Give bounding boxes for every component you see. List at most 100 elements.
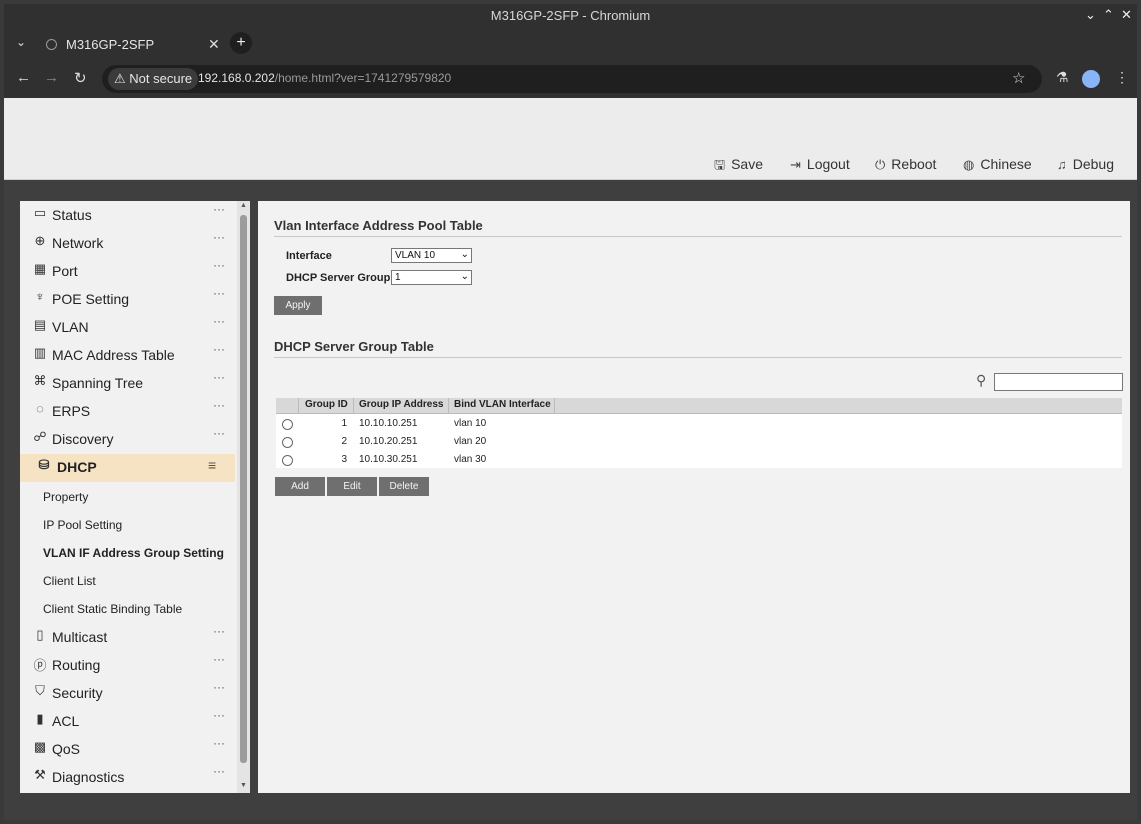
search-icon[interactable]: ⚲	[976, 372, 986, 389]
more-dots-icon[interactable]: ···	[213, 624, 225, 638]
url-path: /home.html?ver=1741279579820	[274, 71, 452, 85]
tab-close-icon[interactable]: ✕	[208, 36, 220, 53]
table-row[interactable]: 2 10.10.20.251 vlan 20	[276, 433, 1122, 451]
topology-icon: ☍	[33, 429, 47, 444]
menu-lines-icon[interactable]: ≡	[208, 457, 216, 473]
new-tab-button[interactable]: +	[230, 32, 252, 54]
delete-button[interactable]: Delete	[379, 477, 429, 496]
ring-icon: ◌	[36, 401, 44, 416]
sidebar-item-label: DHCP	[57, 459, 97, 475]
interface-select[interactable]: VLAN 10 ⌄	[391, 248, 472, 263]
sidebar-item-erps[interactable]: ◌ ERPS ···	[20, 398, 235, 426]
save-button[interactable]: 🖫 Save	[714, 156, 763, 178]
dhcp-server-group-select[interactable]: 1 ⌄	[391, 270, 472, 285]
routing-icon: ⓟ	[33, 658, 47, 673]
more-dots-icon[interactable]: ···	[213, 708, 225, 722]
scroll-up-arrow-icon[interactable]: ▲	[240, 202, 247, 209]
browser-tab[interactable]: M316GP-2SFP ✕	[34, 30, 228, 60]
sidebar-item-vlan[interactable]: ▤ VLAN ···	[20, 314, 235, 342]
more-dots-icon[interactable]: ···	[213, 202, 225, 216]
more-dots-icon[interactable]: ···	[213, 398, 225, 412]
edit-button[interactable]: Edit	[327, 477, 377, 496]
column-header-group-id[interactable]: Group ID	[305, 399, 348, 410]
close-window-icon[interactable]: ✕	[1121, 7, 1132, 23]
window-title: M316GP-2SFP - Chromium	[490, 8, 651, 23]
sidebar-subitem-property[interactable]: Property	[43, 490, 88, 504]
column-header-group-ip[interactable]: Group IP Address	[359, 399, 443, 410]
group-ip-cell: 10.10.20.251	[359, 436, 418, 447]
sidebar-item-diagnostics[interactable]: ⚒ Diagnostics ···	[20, 764, 235, 792]
add-button[interactable]: Add	[275, 477, 325, 496]
column-separator	[298, 398, 299, 414]
group-select-value: 1	[395, 272, 401, 283]
more-dots-icon[interactable]: ···	[213, 426, 225, 440]
reboot-button[interactable]: ⏻ Reboot	[875, 156, 936, 173]
table-icon: ▥	[33, 345, 47, 360]
more-dots-icon[interactable]: ···	[213, 342, 225, 356]
address-bar[interactable]: ⚠ Not secure 192.168.0.202/home.html?ver…	[102, 65, 1042, 93]
more-dots-icon[interactable]: ···	[213, 652, 225, 666]
shield-icon: ⛉	[35, 683, 45, 698]
more-dots-icon[interactable]: ···	[213, 230, 225, 244]
table-row[interactable]: 1 10.10.10.251 vlan 10	[276, 415, 1122, 433]
debug-label: Debug	[1072, 156, 1115, 172]
scroll-down-arrow-icon[interactable]: ▼	[240, 782, 247, 789]
sidebar-subitem-client-list[interactable]: Client List	[43, 574, 96, 588]
column-separator	[554, 398, 555, 414]
profile-avatar-icon[interactable]	[1082, 70, 1100, 88]
more-dots-icon[interactable]: ···	[213, 680, 225, 694]
sidebar-subitem-client-static-binding-table[interactable]: Client Static Binding Table	[43, 602, 182, 616]
sidebar-item-status[interactable]: ▭ Status ···	[20, 202, 235, 230]
sidebar-item-label: MAC Address Table	[52, 347, 175, 363]
debug-button[interactable]: ♫ Debug	[1057, 156, 1114, 172]
browser-menu-icon[interactable]: ⋮	[1115, 69, 1129, 86]
sidebar-item-mac-address-table[interactable]: ▥ MAC Address Table ···	[20, 342, 235, 370]
sidebar-item-port[interactable]: ▦ Port ···	[20, 258, 235, 286]
sidebar-item-network[interactable]: ⊕ Network ···	[20, 230, 235, 258]
more-dots-icon[interactable]: ···	[213, 286, 225, 300]
apply-button[interactable]: Apply	[274, 296, 322, 315]
sidebar-item-poe-setting[interactable]: ♆ POE Setting ···	[20, 286, 235, 314]
sidebar-scrollbar[interactable]: ▲ ▼	[237, 201, 250, 793]
security-indicator[interactable]: ⚠ Not secure	[108, 68, 199, 90]
table-row[interactable]: 3 10.10.30.251 vlan 30	[276, 451, 1122, 469]
sidebar-subitem-vlan-if-address-group-setting[interactable]: VLAN IF Address Group Setting	[43, 546, 224, 560]
sidebar-item-multicast[interactable]: ▯ Multicast ···	[20, 624, 235, 652]
more-dots-icon[interactable]: ···	[213, 258, 225, 272]
sidebar-item-routing[interactable]: ⓟ Routing ···	[20, 652, 235, 680]
tab-search-chevron-icon[interactable]: ⌄	[16, 35, 26, 49]
more-dots-icon[interactable]: ···	[213, 764, 225, 778]
sidebar-item-acl[interactable]: ▮ ACL ···	[20, 708, 235, 736]
sidebar-subitem-ip-pool-setting[interactable]: IP Pool Setting	[43, 518, 122, 532]
row-select-radio[interactable]	[282, 455, 293, 466]
url-text[interactable]: 192.168.0.202/home.html?ver=174127957982…	[198, 71, 451, 85]
tab-strip: ⌄ M316GP-2SFP ✕ +	[4, 28, 1137, 60]
scrollbar-thumb[interactable]	[240, 215, 247, 763]
sidebar-item-spanning-tree[interactable]: ⌘ Spanning Tree ···	[20, 370, 235, 398]
back-arrow-icon[interactable]: ←	[16, 69, 31, 86]
maximize-icon[interactable]: ⌃	[1103, 7, 1114, 23]
row-select-radio[interactable]	[282, 437, 293, 448]
sidebar-item-discovery[interactable]: ☍ Discovery ···	[20, 426, 235, 454]
bind-vlan-cell: vlan 30	[454, 454, 487, 465]
pool-section-title: Vlan Interface Address Pool Table	[274, 218, 483, 233]
more-dots-icon[interactable]: ···	[213, 370, 225, 384]
sidebar-item-security[interactable]: ⛉ Security ···	[20, 680, 235, 708]
logout-button[interactable]: ⇥ Logout	[790, 156, 850, 173]
more-dots-icon[interactable]: ···	[213, 314, 225, 328]
bookmark-star-icon[interactable]: ☆	[1012, 69, 1025, 87]
sidebar-item-dhcp[interactable]: ⛁ DHCP ≡	[20, 454, 235, 482]
sidebar-item-label: Status	[52, 207, 92, 223]
forward-arrow-icon[interactable]: →	[44, 69, 59, 86]
sidebar-item-qos[interactable]: ▩ QoS ···	[20, 736, 235, 764]
logout-icon: ⇥	[790, 157, 801, 172]
search-input[interactable]	[994, 373, 1123, 391]
chinese-button[interactable]: ◍ Chinese	[963, 156, 1032, 173]
minimize-icon[interactable]: ⌄	[1085, 7, 1096, 23]
reload-icon[interactable]: ↻	[74, 69, 87, 87]
plug-icon: ♆	[35, 289, 45, 304]
column-header-bind-vlan[interactable]: Bind VLAN Interface	[454, 399, 551, 410]
labs-flask-icon[interactable]: ⚗	[1056, 69, 1069, 86]
row-select-radio[interactable]	[282, 419, 293, 430]
more-dots-icon[interactable]: ···	[213, 736, 225, 750]
